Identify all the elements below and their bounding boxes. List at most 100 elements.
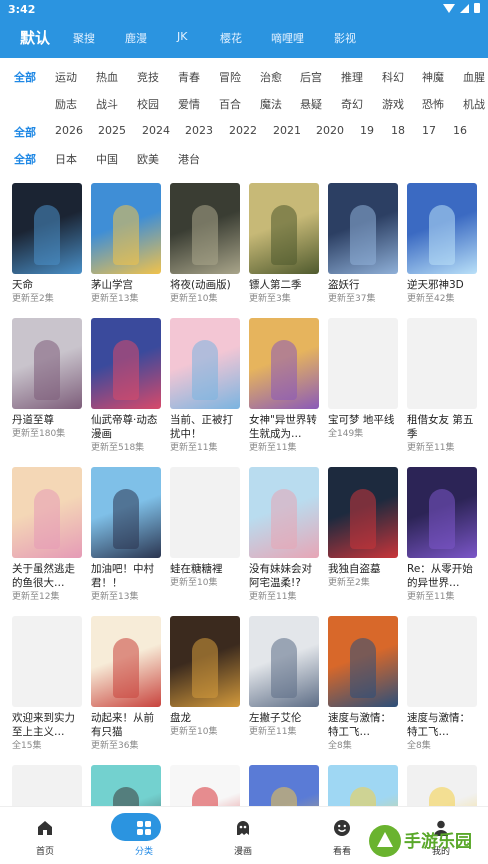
status-time: 3:42 (8, 3, 36, 16)
tab-yinghua[interactable]: 樱花 (220, 30, 242, 46)
filter-genre[interactable]: 恐怖 (422, 96, 444, 112)
filter-genre[interactable]: 校园 (137, 96, 159, 112)
anime-card[interactable]: 茅山学宫 更新至13集 (91, 183, 161, 305)
filter-year[interactable]: 2020 (316, 124, 344, 137)
filter-year[interactable]: 17 (422, 124, 436, 137)
nav-home[interactable]: 首页 (0, 807, 90, 864)
anime-title: 速度与激情：特工飞… (328, 712, 391, 738)
filter-genre[interactable]: 机战 (463, 96, 485, 112)
episode-status: 更新至11集 (407, 443, 455, 453)
anime-card[interactable]: 加油吧！中村君！！ 更新至13集 (91, 467, 161, 603)
anime-card[interactable]: 将夜(动画版) 更新至10集 (170, 183, 240, 305)
filter-region-all[interactable]: 全部 (14, 151, 36, 167)
anime-title: 没有妹妹会对阿宅温柔!? (249, 563, 312, 589)
poster-figure (113, 340, 139, 400)
smiley-icon (334, 820, 350, 836)
filter-genre[interactable]: 科幻 (382, 69, 404, 85)
anime-title: 镖人第二季 (249, 279, 302, 291)
filter-genre[interactable]: 魔法 (260, 96, 282, 112)
filter-year[interactable]: 18 (391, 124, 405, 137)
episode-status: 更新至11集 (170, 443, 218, 453)
filter-genre[interactable]: 血腥 (463, 69, 485, 85)
anime-card[interactable]: 盘龙 更新至10集 (170, 616, 240, 738)
anime-card[interactable]: 欢迎来到实力至上主义… 全15集 (12, 616, 82, 752)
filter-year-all[interactable]: 全部 (14, 124, 36, 140)
anime-card[interactable]: 速度与激情：特工飞… 全8集 (328, 616, 398, 752)
anime-card[interactable]: 仙武帝尊·动态漫画 更新至518集 (91, 318, 161, 454)
filter-genre[interactable]: 竞技 (137, 69, 159, 85)
anime-poster (170, 183, 240, 274)
filter-region[interactable]: 港台 (178, 151, 200, 167)
filter-year[interactable]: 19 (360, 124, 374, 137)
filter-genre[interactable]: 悬疑 (300, 96, 322, 112)
filter-year[interactable]: 2025 (98, 124, 126, 137)
episode-status: 更新至10集 (170, 727, 218, 737)
nav-comics[interactable]: 漫画 (198, 807, 288, 864)
anime-card[interactable]: Re：从零开始的异世界… 更新至11集 (407, 467, 477, 603)
nav-comics-label: 漫画 (233, 847, 252, 857)
anime-card[interactable]: 我独自盗墓 更新至2集 (328, 467, 398, 589)
tab-default[interactable]: 默认 (20, 27, 50, 48)
tab-jk[interactable]: JK (177, 30, 187, 43)
signal-icon (460, 3, 469, 13)
filter-genre[interactable]: 后宫 (300, 69, 322, 85)
filter-genre[interactable]: 励志 (55, 96, 77, 112)
poster-figure (271, 205, 297, 265)
episode-status: 更新至11集 (249, 727, 297, 737)
anime-card[interactable]: 关于虽然逃走的鱼很大… 更新至12集 (12, 467, 82, 603)
anime-card[interactable]: 速度与激情：特工飞… 全8集 (407, 616, 477, 752)
filter-year[interactable]: 2024 (142, 124, 170, 137)
anime-card[interactable]: 宝可梦 地平线 全149集 (328, 318, 398, 440)
filter-year[interactable]: 2022 (229, 124, 257, 137)
anime-card[interactable]: 当前、正被打扰中！ 更新至11集 (170, 318, 240, 454)
tab-jusou[interactable]: 聚搜 (73, 30, 95, 46)
filter-region[interactable]: 欧美 (137, 151, 159, 167)
filter-genre[interactable]: 青春 (178, 69, 200, 85)
filter-genre[interactable]: 游戏 (382, 96, 404, 112)
filter-genre[interactable]: 爱情 (178, 96, 200, 112)
anime-title: 盗妖行 (328, 279, 360, 291)
anime-poster (249, 318, 319, 409)
tab-dilili[interactable]: 嘀哩哩 (271, 30, 304, 46)
nav-category[interactable]: 分类 (99, 807, 189, 864)
tab-yingshi[interactable]: 影视 (334, 30, 356, 46)
filter-genre[interactable]: 战斗 (96, 96, 118, 112)
episode-status: 更新至3集 (249, 294, 291, 304)
filter-genre[interactable]: 百合 (219, 96, 241, 112)
filter-genre[interactable]: 奇幻 (341, 96, 363, 112)
filter-year[interactable]: 16 (453, 124, 467, 137)
anime-card[interactable]: 逆天邪神3D 更新至42集 (407, 183, 477, 305)
filter-year[interactable]: 2021 (273, 124, 301, 137)
anime-card[interactable]: 盗妖行 更新至37集 (328, 183, 398, 305)
anime-card[interactable]: 天命 更新至2集 (12, 183, 82, 305)
anime-card[interactable]: 租借女友 第五季 更新至11集 (407, 318, 477, 454)
tab-luman[interactable]: 鹿漫 (125, 30, 147, 46)
filter-genre[interactable]: 神魔 (422, 69, 444, 85)
wifi-icon (443, 3, 455, 13)
nav-home-label: 首页 (35, 847, 54, 857)
anime-poster (91, 467, 161, 558)
anime-title: 女神"异世界转生就成为… (249, 414, 317, 440)
anime-card[interactable]: 动起来！从前有只猫 更新至36集 (91, 616, 161, 752)
anime-card[interactable]: 没有妹妹会对阿宅温柔!? 更新至11集 (249, 467, 319, 603)
anime-card[interactable]: 丹道至尊 更新至180集 (12, 318, 82, 440)
filter-genre[interactable]: 运动 (55, 69, 77, 85)
filter-genre[interactable]: 热血 (96, 69, 118, 85)
filter-year[interactable]: 2026 (55, 124, 83, 137)
anime-card[interactable]: 蛙在糖糖裡 更新至10集 (170, 467, 240, 589)
filter-region[interactable]: 中国 (96, 151, 118, 167)
anime-title: 将夜(动画版) (170, 279, 231, 291)
genre-filter-row-2: 励志 战斗 校园 爱情 百合 魔法 悬疑 奇幻 游戏 恐怖 机战 (0, 90, 488, 116)
filter-region[interactable]: 日本 (55, 151, 77, 167)
episode-status: 更新至180集 (12, 429, 66, 439)
anime-card[interactable]: 女神"异世界转生就成为… 更新至11集 (249, 318, 319, 454)
filter-genre-all[interactable]: 全部 (14, 69, 36, 85)
episode-status: 全8集 (328, 741, 352, 751)
anime-card[interactable]: 镖人第二季更新至3集 (249, 183, 319, 305)
anime-card[interactable]: 左撇子艾伦 更新至11集 (249, 616, 319, 738)
anime-title: 天命 (12, 279, 33, 291)
filter-year[interactable]: 2023 (185, 124, 213, 137)
filter-genre[interactable]: 推理 (341, 69, 363, 85)
filter-genre[interactable]: 治愈 (260, 69, 282, 85)
filter-genre[interactable]: 冒险 (219, 69, 241, 85)
